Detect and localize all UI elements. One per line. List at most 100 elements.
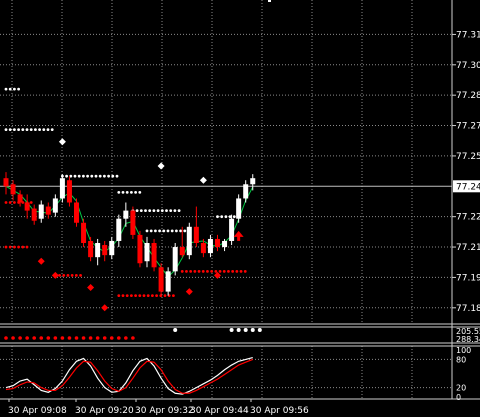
candle-bull xyxy=(243,184,249,199)
time-tick-label: 30 Apr 09:08 xyxy=(8,406,67,416)
candle-bear xyxy=(17,194,23,203)
top-marker xyxy=(268,0,271,2)
support-dot xyxy=(201,269,205,273)
resistance-dot xyxy=(90,174,94,178)
support-dot xyxy=(206,269,209,273)
price-tick-label: 77.210 xyxy=(456,243,480,253)
candle-bear xyxy=(24,202,30,211)
resistance-dot xyxy=(50,128,54,132)
indicator-red-dot xyxy=(74,336,79,340)
support-dot xyxy=(21,245,25,249)
candle-bull xyxy=(186,226,192,256)
candle-bull xyxy=(222,240,228,248)
candle-bear xyxy=(45,206,51,215)
resistance-dot xyxy=(158,229,162,233)
resistance-dot xyxy=(228,215,232,219)
indicator-red-dot xyxy=(109,336,114,340)
osc-tick-label: 0 xyxy=(456,393,461,402)
candle-bull xyxy=(95,243,101,258)
candle-bull xyxy=(123,210,129,219)
candle-bear xyxy=(81,222,87,243)
resistance-dot xyxy=(216,215,219,219)
osc-tick-label: 20 xyxy=(456,384,466,393)
indicator-red-dot xyxy=(131,336,135,340)
indicator-red-dot xyxy=(67,336,72,340)
price-tick-label: 77.180 xyxy=(456,304,480,314)
candle-bull xyxy=(59,178,65,199)
current-price-label: 77.240 xyxy=(456,182,480,192)
support-dot xyxy=(66,274,70,277)
support-dot xyxy=(222,269,226,273)
resistance-dot xyxy=(173,209,177,213)
support-dot xyxy=(13,245,16,249)
resistance-dot xyxy=(148,209,152,213)
candle-bear xyxy=(200,243,206,254)
resistance-dot xyxy=(13,128,16,132)
support-dot xyxy=(163,294,167,298)
indicator-red-dot xyxy=(117,336,121,340)
resistance-dot xyxy=(154,229,157,233)
candle-bear xyxy=(130,210,136,235)
resistance-dot xyxy=(65,174,68,178)
candle-bear xyxy=(74,202,79,223)
support-dot xyxy=(4,245,8,249)
candle-bull xyxy=(52,198,58,213)
resistance-dot xyxy=(29,128,33,132)
resistance-dot xyxy=(156,209,160,213)
resistance-dot xyxy=(25,128,29,132)
support-dot xyxy=(231,269,235,273)
candle-bull xyxy=(229,218,235,241)
resistance-dot xyxy=(117,190,121,194)
support-dot xyxy=(218,269,222,273)
support-dot xyxy=(121,294,125,298)
candle-bull xyxy=(116,218,122,241)
indicator-white-dot xyxy=(229,328,234,332)
resistance-dot xyxy=(145,229,149,233)
support-dot xyxy=(8,245,12,249)
resistance-dot xyxy=(130,190,133,194)
resistance-dot xyxy=(17,128,20,132)
resistance-dot xyxy=(160,209,164,213)
candle-bull xyxy=(38,204,44,219)
support-dot xyxy=(172,294,175,298)
price-tick-label: 77.270 xyxy=(456,122,480,132)
candle-bull xyxy=(250,178,256,185)
support-dot xyxy=(239,269,243,273)
resistance-dot xyxy=(94,174,98,178)
candle-bear xyxy=(10,184,16,195)
osc-tick-label: 80 xyxy=(456,355,466,364)
price-tick-label: 77.315 xyxy=(456,30,480,40)
resistance-dot xyxy=(4,87,8,91)
support-dot xyxy=(151,294,154,298)
candle-bear xyxy=(179,247,185,256)
support-dot xyxy=(79,274,82,277)
support-dot xyxy=(8,201,12,204)
support-dot xyxy=(134,294,138,298)
support-dot xyxy=(185,269,188,273)
time-tick-label: 30 Apr 09:44 xyxy=(190,406,249,416)
support-dot xyxy=(74,274,78,277)
support-dot xyxy=(146,294,150,298)
support-dot xyxy=(189,269,193,273)
resistance-dot xyxy=(179,229,183,233)
support-dot xyxy=(227,269,230,273)
resistance-dot xyxy=(107,174,110,178)
candle-bear xyxy=(88,240,94,258)
resistance-dot xyxy=(224,215,228,219)
resistance-dot xyxy=(177,209,181,213)
time-tick-label: 30 Apr 09:56 xyxy=(250,406,309,416)
resistance-dot xyxy=(77,174,81,178)
support-dot xyxy=(214,269,218,273)
support-dot xyxy=(125,294,129,298)
indicator-red-dot xyxy=(95,336,100,340)
candle-bull xyxy=(144,243,150,262)
indicator-white-dot xyxy=(173,328,178,332)
support-dot xyxy=(130,294,133,298)
support-dot xyxy=(193,269,197,273)
resistance-dot xyxy=(169,209,173,213)
resistance-dot xyxy=(4,128,8,132)
resistance-dot xyxy=(138,190,142,194)
chart-canvas: 77.315 77.300 77.285 77.270 77.255 77.225 77.2… xyxy=(0,0,480,417)
support-dot xyxy=(117,294,121,298)
resistance-dot xyxy=(86,174,89,178)
